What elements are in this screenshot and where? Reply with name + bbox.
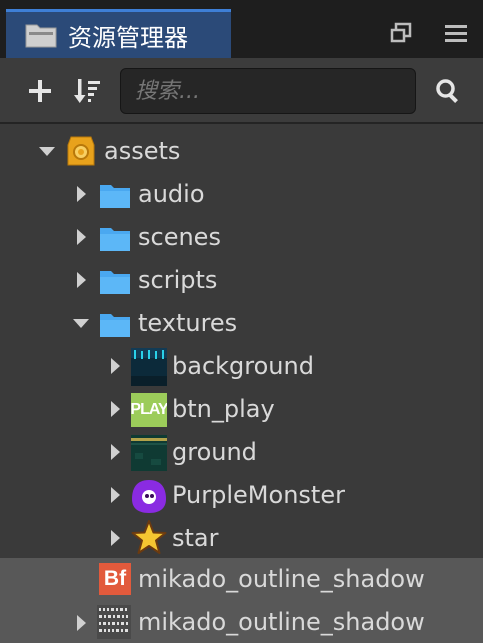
- panel-tab-bar: 资源管理器: [0, 0, 483, 58]
- folder-icon: [25, 24, 57, 48]
- search-input[interactable]: [120, 68, 416, 114]
- popout-icon[interactable]: [388, 20, 414, 46]
- search-icon[interactable]: [434, 77, 462, 105]
- tree-item-label: mikado_outline_shadow: [138, 608, 425, 636]
- tree-item-btn-play[interactable]: PLAY btn_play: [0, 388, 483, 431]
- collapsed-arrow-icon[interactable]: [106, 400, 124, 418]
- tree-item-label: PurpleMonster: [172, 481, 345, 509]
- tree-item-label: textures: [138, 309, 238, 337]
- btn-play-thumb-icon: PLAY: [131, 393, 167, 427]
- tree-item-label: assets: [104, 137, 181, 165]
- star-thumb-icon: [131, 520, 167, 554]
- collapsed-arrow-icon[interactable]: [72, 185, 90, 203]
- add-icon[interactable]: [26, 77, 54, 105]
- tree-item-ground[interactable]: ground: [0, 431, 483, 474]
- toolbar: [0, 58, 483, 124]
- collapsed-arrow-icon[interactable]: [106, 357, 124, 375]
- collapsed-arrow-icon[interactable]: [106, 529, 124, 547]
- menu-icon[interactable]: [443, 20, 469, 46]
- bitmap-font-text: Bf: [103, 567, 127, 590]
- tree-item-label: mikado_outline_shadow: [138, 565, 425, 593]
- tree-item-label: scripts: [138, 266, 218, 294]
- tree-item-audio[interactable]: audio: [0, 173, 483, 216]
- panel-title: 资源管理器: [68, 23, 188, 52]
- collapsed-arrow-icon[interactable]: [72, 271, 90, 289]
- ground-thumb-icon: [131, 435, 167, 471]
- tree-item-background[interactable]: background: [0, 345, 483, 388]
- database-icon: [67, 136, 95, 166]
- folder-icon: [100, 228, 130, 251]
- tree-item-label: audio: [138, 180, 205, 208]
- tree-item-assets[interactable]: assets: [0, 130, 483, 173]
- folder-icon: [100, 185, 130, 208]
- purple-monster-thumb-icon: [132, 480, 166, 513]
- tree-item-label: background: [172, 352, 314, 380]
- expand-arrow-icon[interactable]: [38, 142, 56, 160]
- tree-item-purple-monster[interactable]: PurpleMonster: [0, 474, 483, 517]
- tree-item-label: btn_play: [172, 395, 275, 423]
- collapsed-arrow-icon[interactable]: [106, 486, 124, 504]
- tree-item-scenes[interactable]: scenes: [0, 216, 483, 259]
- tab-assets[interactable]: 资源管理器: [6, 9, 231, 58]
- asset-tree: assets audio scenes scripts textures bac…: [0, 126, 483, 643]
- sort-icon[interactable]: [73, 77, 101, 105]
- collapsed-arrow-icon[interactable]: [72, 614, 90, 632]
- tree-item-label: star: [172, 524, 219, 552]
- expand-arrow-icon[interactable]: [72, 314, 90, 332]
- tree-item-label: scenes: [138, 223, 221, 251]
- btn-play-thumb-text: PLAY: [131, 401, 167, 418]
- tree-item-scripts[interactable]: scripts: [0, 259, 483, 302]
- background-thumb-icon: [131, 348, 167, 386]
- bitmap-font-icon: Bf: [99, 563, 131, 595]
- collapsed-arrow-icon[interactable]: [72, 228, 90, 246]
- tree-item-font-atlas[interactable]: mikado_outline_shadow: [0, 601, 483, 643]
- tree-item-textures[interactable]: textures: [0, 302, 483, 345]
- folder-icon: [100, 314, 130, 337]
- tree-item-bitmap-font[interactable]: Bf mikado_outline_shadow: [0, 558, 483, 601]
- font-atlas-thumb-icon: [97, 605, 131, 639]
- collapsed-arrow-icon[interactable]: [106, 443, 124, 461]
- tree-item-star[interactable]: star: [0, 517, 483, 560]
- tree-item-label: ground: [172, 438, 257, 466]
- folder-icon: [100, 271, 130, 294]
